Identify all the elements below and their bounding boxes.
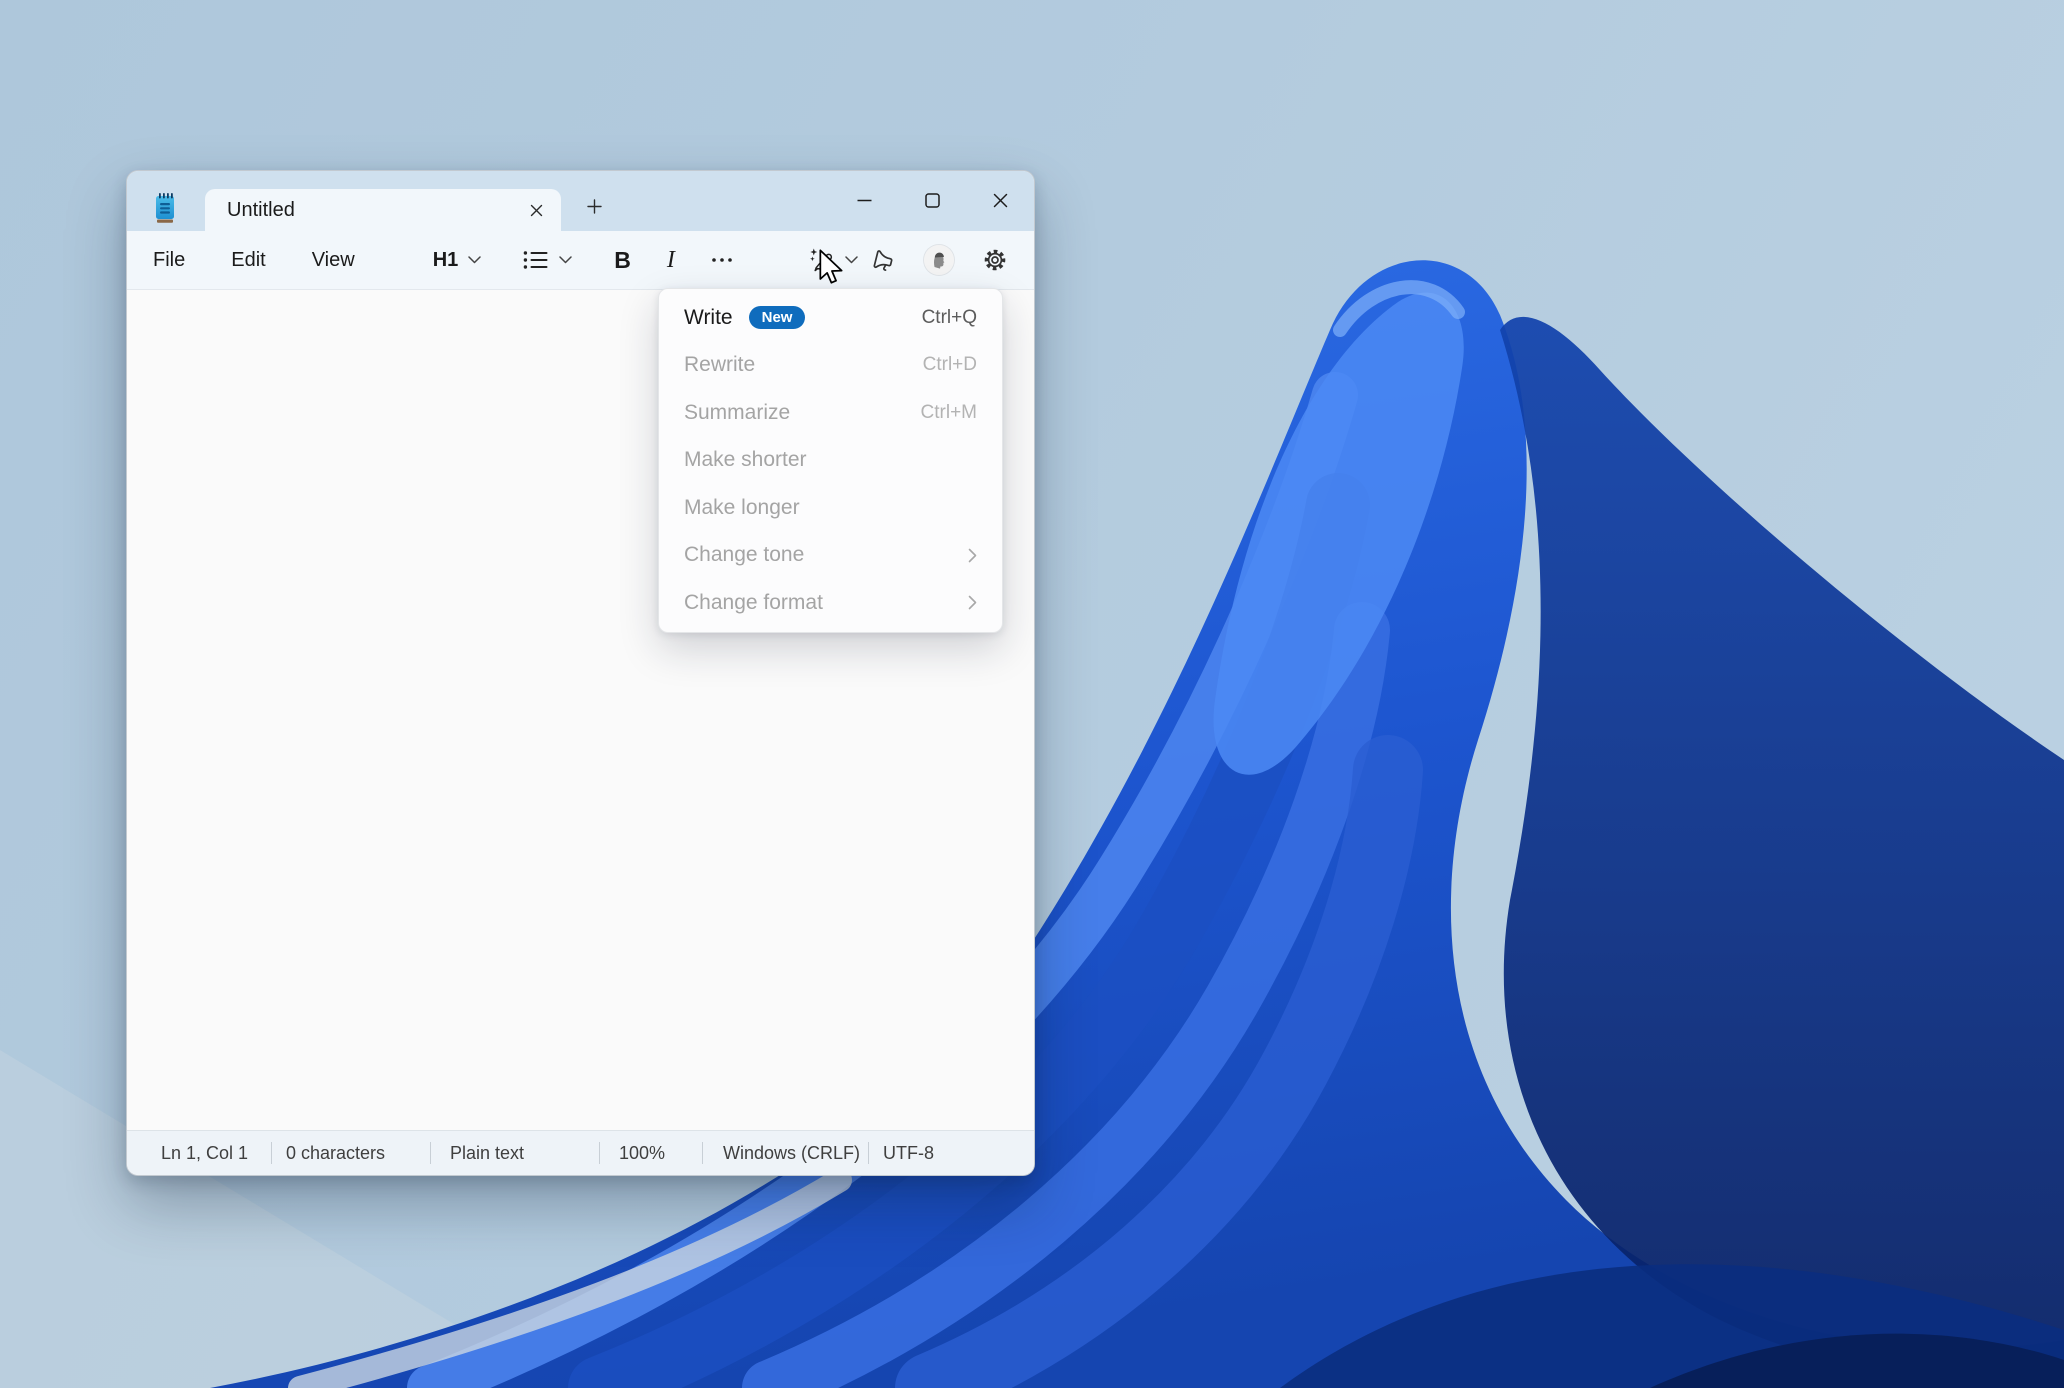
megaphone-icon	[870, 247, 896, 273]
status-cursor-position: Ln 1, Col 1	[127, 1131, 271, 1175]
menu-item-write[interactable]: Write New Ctrl+Q	[659, 294, 1002, 342]
menu-file[interactable]: File	[139, 240, 199, 280]
menu-item-make-longer[interactable]: Make longer	[659, 484, 1002, 532]
shortcut-label: Ctrl+M	[921, 402, 977, 424]
status-document-type: Plain text	[431, 1131, 599, 1175]
feedback-button[interactable]	[864, 243, 902, 277]
chevron-right-icon	[968, 595, 977, 610]
menu-item-make-shorter[interactable]: Make shorter	[659, 437, 1002, 485]
menu-item-change-format[interactable]: Change format	[659, 579, 1002, 627]
new-badge: New	[749, 306, 806, 329]
status-bar: Ln 1, Col 1 0 characters Plain text 100%…	[127, 1130, 1034, 1175]
maximize-icon	[925, 193, 940, 208]
heading-style-button[interactable]: H1	[427, 245, 488, 276]
toolbar: File Edit View H1	[127, 231, 1034, 290]
titlebar[interactable]: Untitled	[127, 171, 1034, 231]
new-tab-button[interactable]	[577, 189, 611, 223]
close-icon	[993, 193, 1008, 208]
menu-view[interactable]: View	[298, 240, 369, 280]
bold-button[interactable]: B	[608, 243, 637, 278]
plus-icon	[587, 199, 602, 214]
more-options-button[interactable]	[705, 253, 739, 267]
desktop: Untitled	[0, 0, 2064, 1388]
menu-item-change-tone[interactable]: Change tone	[659, 532, 1002, 580]
bulleted-list-icon	[523, 250, 549, 270]
shortcut-label: Ctrl+Q	[922, 307, 977, 329]
heading-style-label: H1	[433, 249, 459, 272]
rewrite-dropdown-menu: Write New Ctrl+Q Rewrite Ctrl+D Summariz…	[658, 288, 1003, 633]
status-character-count: 0 characters	[272, 1131, 430, 1175]
close-button[interactable]	[966, 171, 1034, 230]
tab-untitled[interactable]: Untitled	[205, 189, 561, 231]
notepad-icon	[153, 191, 177, 224]
ai-pen-sparkle-icon	[809, 247, 835, 273]
status-encoding: UTF-8	[869, 1131, 1034, 1175]
italic-button[interactable]: I	[661, 243, 681, 278]
chevron-down-icon	[845, 256, 858, 264]
chevron-right-icon	[968, 548, 977, 563]
maximize-button[interactable]	[898, 171, 966, 230]
avatar	[924, 245, 954, 275]
minimize-icon	[857, 199, 872, 202]
tab-close-button[interactable]	[521, 195, 551, 225]
list-style-button[interactable]	[517, 246, 578, 274]
menu-item-rewrite[interactable]: Rewrite Ctrl+D	[659, 342, 1002, 390]
tab-title: Untitled	[227, 199, 521, 222]
window-controls	[830, 171, 1034, 230]
chevron-down-icon	[468, 256, 481, 264]
close-icon	[530, 204, 543, 217]
menu-item-summarize[interactable]: Summarize Ctrl+M	[659, 389, 1002, 437]
ellipsis-icon	[711, 257, 733, 263]
minimize-button[interactable]	[830, 171, 898, 230]
gear-icon	[982, 247, 1008, 273]
menu-edit[interactable]: Edit	[217, 240, 279, 280]
settings-button[interactable]	[976, 243, 1014, 277]
status-line-endings: Windows (CRLF)	[703, 1131, 868, 1175]
chevron-down-icon	[559, 256, 572, 264]
shortcut-label: Ctrl+D	[923, 354, 977, 376]
account-button[interactable]	[924, 245, 954, 275]
rewrite-ai-button[interactable]	[803, 243, 864, 277]
status-zoom-level[interactable]: 100%	[600, 1131, 702, 1175]
